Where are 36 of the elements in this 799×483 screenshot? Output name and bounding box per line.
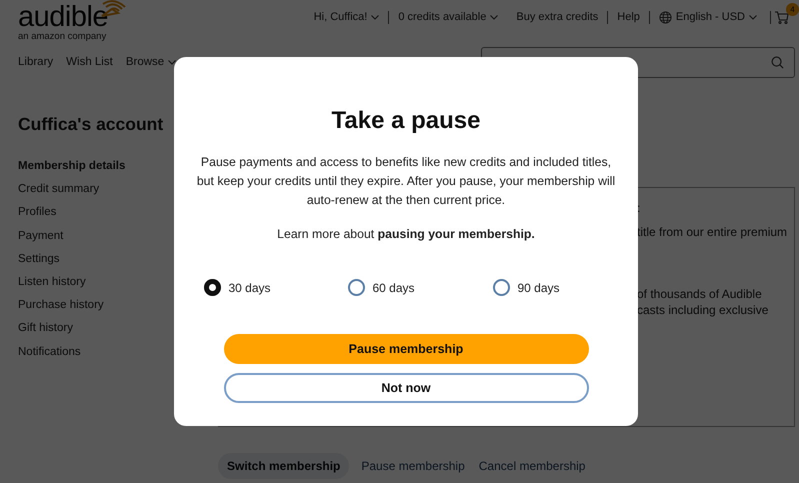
not-now-button[interactable]: Not now <box>224 373 588 403</box>
radio-label[interactable]: 90 days <box>518 280 560 294</box>
chevron-down-icon <box>371 14 380 20</box>
radio-button[interactable] <box>204 279 220 296</box>
cart-count-badge: 4 <box>786 2 799 16</box>
pause-membership-button[interactable]: Pause membership <box>224 334 588 364</box>
panel-text: title from our entire premium <box>637 224 788 240</box>
panel-text: : <box>637 200 642 216</box>
help-link[interactable]: Help <box>607 10 649 24</box>
membership-tab[interactable]: Pause membership <box>359 453 467 479</box>
membership-tab[interactable]: Cancel membership <box>476 453 588 479</box>
cart-icon[interactable] <box>775 10 789 24</box>
radio-label[interactable]: 60 days <box>372 280 415 294</box>
nav-link[interactable]: Library <box>18 56 54 68</box>
buy-credits-link[interactable]: Buy extra credits <box>507 10 608 24</box>
logo-tagline: an amazon company <box>18 32 108 42</box>
panel-text: casts including exclusive <box>637 302 770 318</box>
nav-link[interactable]: Browse <box>126 56 176 68</box>
radio-label[interactable]: 30 days <box>228 280 271 294</box>
credits-menu[interactable]: 0 credits available <box>388 10 508 24</box>
account-title: Cuffica's account <box>18 114 164 135</box>
dialog-description: Pause payments and access to benefits like new credits and included titles, but keep your credits until they expire. After you pause, your membership will auto-renew at the then current price. <box>196 154 616 209</box>
chevron-down-icon <box>490 14 498 20</box>
globe-icon <box>658 10 672 24</box>
radio-button[interactable] <box>492 279 510 296</box>
logo-wordmark[interactable]: audible <box>18 2 108 32</box>
search-icon <box>771 56 784 68</box>
radio-button[interactable] <box>348 279 364 296</box>
chevron-down-icon <box>749 14 757 20</box>
language-menu[interactable]: English - USD <box>648 10 766 24</box>
dialog-title: Take a pause <box>332 106 480 136</box>
nav-link[interactable]: Wish List <box>66 56 113 68</box>
greeting-menu[interactable]: Hi, Cuffica! <box>304 10 388 24</box>
chevron-down-icon <box>168 60 176 64</box>
learn-more-text[interactable]: Learn more about pausing your membership. <box>277 227 535 241</box>
membership-tab[interactable]: Switch membership <box>218 453 350 479</box>
